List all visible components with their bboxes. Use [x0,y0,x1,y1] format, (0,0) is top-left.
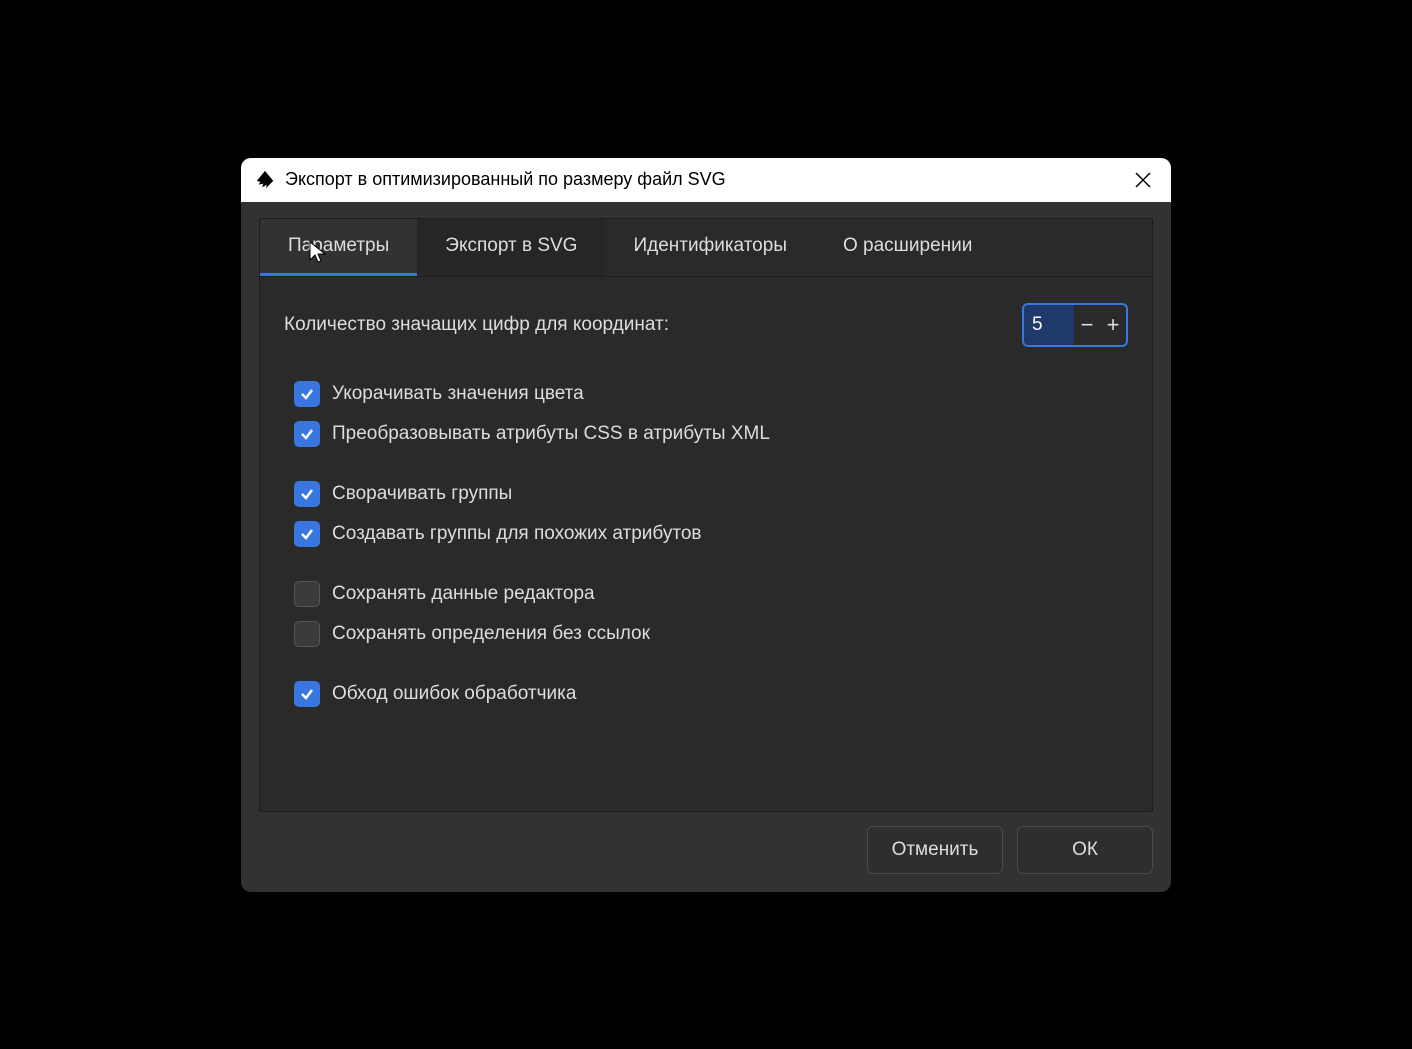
label-shorten-colors[interactable]: Укорачивать значения цвета [332,383,584,405]
option-collapse-groups: Сворачивать группы [284,481,1128,507]
spinner-decrement[interactable]: − [1074,305,1100,345]
tab-options[interactable]: Параметры [260,219,417,276]
tab-content-options: Количество значащих цифр для координат: … [260,277,1152,811]
close-button[interactable] [1127,164,1159,196]
label-collapse-groups[interactable]: Сворачивать группы [332,483,512,505]
check-icon [299,386,315,402]
option-create-groups: Создавать группы для похожих атрибутов [284,521,1128,547]
label-css-to-xml[interactable]: Преобразовывать атрибуты CSS в атрибуты … [332,423,770,445]
tab-export-svg[interactable]: Экспорт в SVG [417,219,605,276]
check-icon [299,526,315,542]
checkbox-create-groups[interactable] [294,521,320,547]
checkbox-workaround-bugs[interactable] [294,681,320,707]
check-icon [299,426,315,442]
tab-about[interactable]: О расширении [815,219,1000,276]
option-shorten-colors: Укорачивать значения цвета [284,381,1128,407]
check-icon [299,686,315,702]
option-workaround-bugs: Обход ошибок обработчика [284,681,1128,707]
dialog-title: Экспорт в оптимизированный по размеру фа… [285,169,1127,190]
checkbox-collapse-groups[interactable] [294,481,320,507]
export-dialog: Экспорт в оптимизированный по размеру фа… [241,158,1171,892]
check-icon [299,486,315,502]
ok-button[interactable]: ОК [1017,826,1153,874]
close-icon [1134,171,1152,189]
option-keep-editor-data: Сохранять данные редактора [284,581,1128,607]
cancel-button[interactable]: Отменить [867,826,1003,874]
sig-digits-spinner: − + [1022,303,1128,347]
sig-digits-input[interactable] [1024,305,1074,345]
checkbox-keep-editor-data[interactable] [294,581,320,607]
option-css-to-xml: Преобразовывать атрибуты CSS в атрибуты … [284,421,1128,447]
label-keep-editor-data[interactable]: Сохранять данные редактора [332,583,595,605]
content-panel: Параметры Экспорт в SVG Идентификаторы О… [259,218,1153,812]
checkbox-keep-unref-defs[interactable] [294,621,320,647]
label-keep-unref-defs[interactable]: Сохранять определения без ссылок [332,623,650,645]
tab-bar: Параметры Экспорт в SVG Идентификаторы О… [260,219,1152,277]
option-keep-unref-defs: Сохранять определения без ссылок [284,621,1128,647]
checkbox-shorten-colors[interactable] [294,381,320,407]
checkbox-css-to-xml[interactable] [294,421,320,447]
spinner-increment[interactable]: + [1100,305,1126,345]
sig-digits-row: Количество значащих цифр для координат: … [284,303,1128,347]
titlebar: Экспорт в оптимизированный по размеру фа… [241,158,1171,202]
dialog-button-row: Отменить ОК [259,826,1153,874]
sig-digits-label: Количество значащих цифр для координат: [284,314,669,336]
label-workaround-bugs[interactable]: Обход ошибок обработчика [332,683,576,705]
inkscape-icon [253,168,277,192]
tab-identifiers[interactable]: Идентификаторы [605,219,815,276]
label-create-groups[interactable]: Создавать группы для похожих атрибутов [332,523,702,545]
dialog-body: Параметры Экспорт в SVG Идентификаторы О… [241,202,1171,892]
